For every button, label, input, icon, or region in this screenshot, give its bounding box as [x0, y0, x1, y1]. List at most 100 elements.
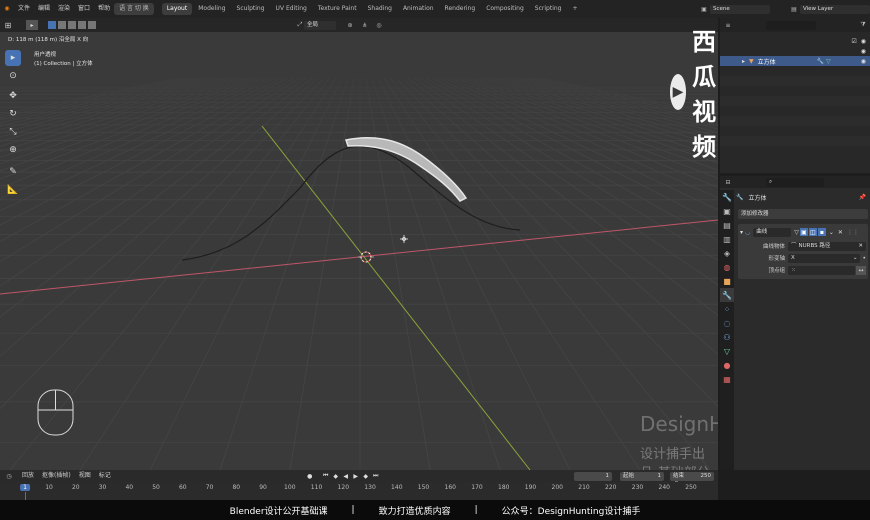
- tab-layout[interactable]: Layout: [161, 3, 193, 15]
- tab-shading[interactable]: Shading: [363, 3, 397, 15]
- deform-axis-dropdown[interactable]: X ⌄: [788, 253, 861, 263]
- drag-handle-icon[interactable]: ⋮⋮: [847, 229, 859, 236]
- world-tab-icon[interactable]: ◍: [720, 260, 734, 274]
- play-reverse-icon[interactable]: ◀: [341, 473, 351, 480]
- next-keyframe-icon[interactable]: ◆: [361, 473, 371, 480]
- transform-tool-button[interactable]: ⊕: [5, 142, 21, 158]
- outliner-search-input[interactable]: [766, 20, 816, 30]
- tab-uv-editing[interactable]: UV Editing: [271, 3, 312, 15]
- realtime-toggle-icon[interactable]: ▣: [799, 228, 808, 236]
- timeline-menu-marker[interactable]: 标记: [95, 470, 115, 482]
- render-toggle-icon[interactable]: ◫: [808, 228, 817, 236]
- vertex-group-field[interactable]: ⁙: [788, 265, 855, 275]
- prev-keyframe-icon[interactable]: ◆: [331, 473, 341, 480]
- editmode-toggle-icon[interactable]: ▽: [794, 229, 799, 236]
- output-tab-icon[interactable]: ▤: [720, 218, 734, 232]
- menu-edit[interactable]: 编辑: [34, 0, 54, 18]
- timeline-menu-keying[interactable]: 抠像(插帧): [38, 470, 75, 482]
- menu-render[interactable]: 渲染: [54, 0, 74, 18]
- expand-arrow-icon[interactable]: ▸: [742, 58, 745, 65]
- cursor-tool-button[interactable]: ⊙: [5, 68, 21, 84]
- properties-search-input[interactable]: ⌕: [766, 177, 824, 187]
- outliner-editor-icon[interactable]: ≡: [720, 22, 736, 29]
- measure-tool-button[interactable]: 📐: [5, 182, 21, 198]
- view-layer-selector[interactable]: View Layer: [800, 4, 870, 14]
- select-box-icon[interactable]: [48, 21, 56, 29]
- select-mode-icon[interactable]: ▸: [26, 20, 38, 30]
- outliner-row[interactable]: ☑ ◉: [720, 36, 870, 46]
- eye-icon[interactable]: ◉: [861, 58, 866, 65]
- select-intersect-icon[interactable]: [88, 21, 96, 29]
- rotate-tool-button[interactable]: ↻: [5, 106, 21, 122]
- filter-icon[interactable]: ⧩: [856, 21, 870, 29]
- end-frame-field[interactable]: 250: [692, 471, 714, 481]
- menu-file[interactable]: 文件: [14, 0, 34, 18]
- scene-selector[interactable]: Scene: [710, 4, 770, 14]
- data-tab-icon[interactable]: ▽: [720, 344, 734, 358]
- scene-tab-icon[interactable]: ◈: [720, 246, 734, 260]
- annotate-tool-button[interactable]: ✎: [5, 164, 21, 180]
- play-icon[interactable]: ▶: [351, 473, 361, 480]
- render-tab-icon[interactable]: ▣: [720, 204, 734, 218]
- jump-end-icon[interactable]: ⏭: [371, 472, 381, 480]
- language-switch-button[interactable]: 语 言 切 换: [114, 3, 154, 15]
- constraints-tab-icon[interactable]: ⚇: [720, 330, 734, 344]
- properties-editor-icon[interactable]: ⊟: [720, 179, 736, 186]
- record-icon[interactable]: ●: [305, 473, 315, 480]
- start-frame-field[interactable]: 1: [642, 471, 664, 481]
- pivot-point-icon[interactable]: ⊛: [342, 22, 358, 29]
- camera-toggle-icon[interactable]: ▪: [817, 228, 826, 236]
- timeline-ruler[interactable]: 1 10 20 30 40 50 60 70 80 90 100 110 120 130 140 150 160…: [0, 482, 718, 500]
- timeline-menu-view[interactable]: 视图: [75, 470, 95, 482]
- keyframe-dot-icon[interactable]: •: [862, 255, 866, 262]
- tab-sculpting[interactable]: Sculpting: [232, 3, 270, 15]
- outliner-selected-row[interactable]: ▸ ▼ 立方体 🔧 ▽ ◉: [720, 56, 870, 66]
- tab-modeling[interactable]: Modeling: [193, 3, 230, 15]
- tool-tab-icon[interactable]: 🔧: [720, 190, 734, 204]
- select-tool-button[interactable]: ▸: [5, 50, 21, 66]
- select-subtract-icon[interactable]: [68, 21, 76, 29]
- checkbox-icon[interactable]: ☑: [851, 38, 856, 45]
- tab-compositing[interactable]: Compositing: [481, 3, 529, 15]
- menu-help[interactable]: 帮助: [94, 0, 114, 18]
- modifier-name-field[interactable]: 曲线: [753, 227, 792, 237]
- scale-tool-button[interactable]: ⤡: [5, 124, 21, 140]
- move-tool-button[interactable]: ✥: [5, 88, 21, 104]
- tab-scripting[interactable]: Scripting: [530, 3, 567, 15]
- physics-tab-icon[interactable]: ◌: [720, 316, 734, 330]
- collapse-arrow-icon[interactable]: ▾: [740, 229, 743, 236]
- tab-texture-paint[interactable]: Texture Paint: [313, 3, 362, 15]
- eye-icon[interactable]: ◉: [861, 38, 866, 45]
- 3d-viewport[interactable]: ⊞ ▸ ⤢ 全局 ⊛ ⋔ ◎ D: 118 m (118 m) 沿全局 X 向 …: [0, 18, 718, 470]
- editor-type-icon[interactable]: ⊞: [0, 21, 16, 30]
- texture-tab-icon[interactable]: ▦: [720, 372, 734, 386]
- snap-icon[interactable]: ⋔: [358, 22, 372, 29]
- modifier-tab-icon[interactable]: 🔧: [720, 288, 734, 302]
- dropdown-arrow-icon[interactable]: ⌄: [829, 229, 834, 236]
- outliner-row[interactable]: ◉: [720, 46, 870, 56]
- view-layer-tab-icon[interactable]: ▥: [720, 232, 734, 246]
- outliner-object-name[interactable]: 立方体: [758, 57, 776, 66]
- menu-window[interactable]: 窗口: [74, 0, 94, 18]
- current-frame-field[interactable]: 1: [574, 471, 612, 481]
- curve-object-field[interactable]: ⌒ NURBS 路径 ✕: [788, 241, 866, 251]
- timeline-editor-icon[interactable]: ◷: [0, 473, 18, 480]
- add-modifier-dropdown[interactable]: 添加修改器: [738, 209, 868, 219]
- select-extend-icon[interactable]: [58, 21, 66, 29]
- clear-icon[interactable]: ✕: [858, 242, 863, 251]
- invert-toggle-icon[interactable]: ↔: [856, 265, 866, 275]
- object-tab-icon[interactable]: ■: [720, 274, 734, 288]
- playhead-line[interactable]: [25, 492, 26, 500]
- blender-logo-icon[interactable]: ◉: [0, 0, 14, 18]
- pin-icon[interactable]: 📌: [859, 194, 866, 201]
- timeline-menu-playback[interactable]: 回放: [18, 470, 38, 482]
- proportional-edit-icon[interactable]: ◎: [372, 22, 386, 29]
- add-workspace-button[interactable]: +: [567, 3, 582, 15]
- close-icon[interactable]: ✕: [838, 229, 843, 236]
- tab-rendering[interactable]: Rendering: [440, 3, 481, 15]
- jump-start-icon[interactable]: ⏮: [321, 472, 331, 480]
- transform-orientation-dropdown[interactable]: 全局: [304, 20, 336, 30]
- tab-animation[interactable]: Animation: [398, 3, 439, 15]
- material-tab-icon[interactable]: ●: [720, 358, 734, 372]
- particles-tab-icon[interactable]: ⁘: [720, 302, 734, 316]
